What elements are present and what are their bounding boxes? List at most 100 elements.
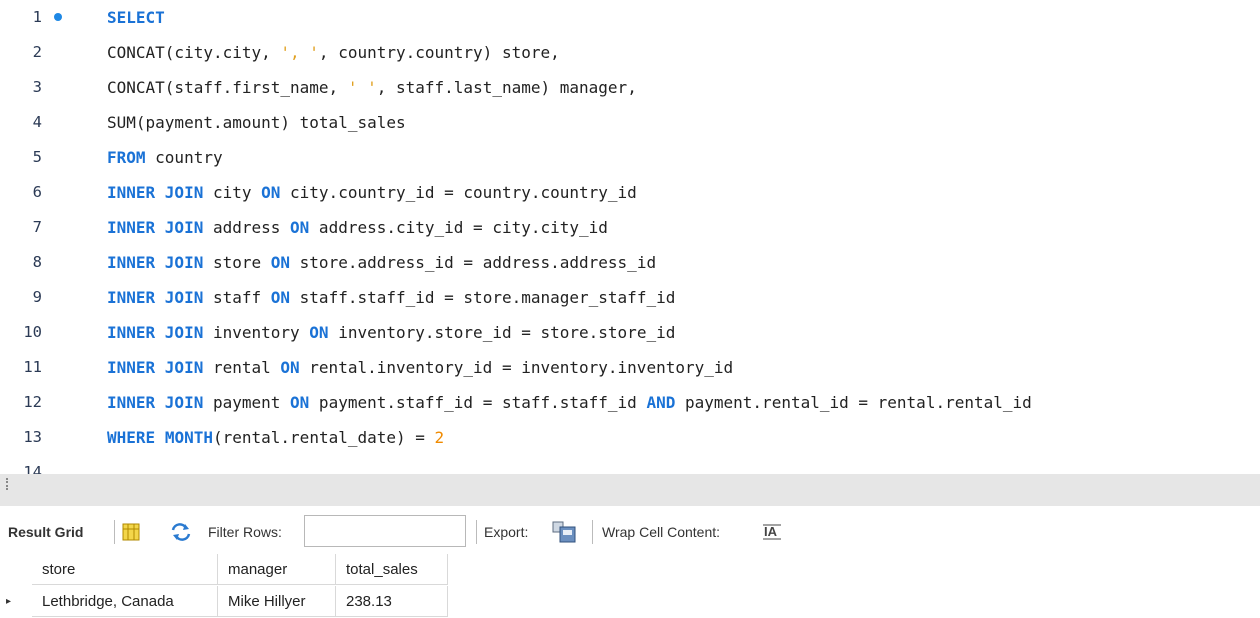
sql-keyword: MONTH [164,428,213,447]
sql-token: address.city_id = city.city_id [309,218,608,237]
code-text: INNER JOIN rental ON rental.inventory_id… [107,350,733,385]
sql-token: staff [203,288,271,307]
code-text: INNER JOIN payment ON payment.staff_id =… [107,385,1032,420]
code-line[interactable]: 10 INNER JOIN inventory ON inventory.stor… [0,315,1260,350]
column-header-total-sales[interactable]: total_sales [336,554,448,585]
line-number: 7 [32,218,42,236]
code-line[interactable]: 4 SUM(payment.amount) total_sales [0,105,1260,140]
sql-number: 2 [434,428,445,447]
line-number: 6 [32,183,42,201]
result-grid-tab[interactable]: Result Grid [8,512,83,552]
code-line[interactable]: 5 FROM country [0,140,1260,175]
line-number: 1 [32,8,42,26]
sql-token: CONCAT(staff.first_name, [107,78,348,97]
row-pointer-icon: ▸ [6,596,12,607]
sql-token: inventory.store_id = store.store_id [328,323,676,342]
grid-cell[interactable]: Lethbridge, Canada [32,586,218,617]
sql-keyword: ON [261,183,281,202]
sql-token: address [203,218,291,237]
code-line[interactable]: 11 INNER JOIN rental ON rental.inventory_… [0,350,1260,385]
export-label: Export: [484,524,529,540]
line-number: 10 [23,323,42,341]
toolbar-divider [476,520,477,544]
table-row[interactable]: ▸ Lethbridge, Canada Mike Hillyer 238.13 [0,586,460,618]
sql-keyword: ON [270,253,291,272]
code-line[interactable]: 14 [0,455,1260,474]
svg-text:IA: IA [764,524,778,539]
code-line[interactable]: 9 INNER JOIN staff ON staff.staff_id = st… [0,280,1260,315]
code-line[interactable]: 3 CONCAT(staff.first_name, ' ', staff.las… [0,70,1260,105]
sql-keyword: INNER JOIN [107,253,204,272]
sql-token: , staff.last_name) manager, [376,78,637,97]
grid-cell[interactable]: 238.13 [336,586,448,617]
grid-layout-icon[interactable] [122,523,140,544]
sql-token: payment.rental_id = rental.rental_id [675,393,1032,412]
sql-token: country [145,148,223,167]
sql-keyword: ON [290,393,310,412]
export-icon[interactable] [552,521,576,546]
sql-keyword: INNER JOIN [107,288,204,307]
column-header-store[interactable]: store [32,554,218,585]
sql-keyword: INNER JOIN [107,323,204,342]
panel-splitter[interactable] [0,474,1260,506]
sql-token: CONCAT(city.city, [107,43,281,62]
sql-token: , country.country) store, [318,43,560,62]
code-line[interactable]: 8 INNER JOIN store ON store.address_id = … [0,245,1260,280]
toolbar-divider [114,520,115,544]
sql-keyword: WHERE [107,428,156,447]
sql-token: rental.inventory_id = inventory.inventor… [299,358,734,377]
column-header-manager[interactable]: manager [218,554,336,585]
code-text: SELECT [107,0,165,35]
sql-keyword: AND [646,393,676,412]
sql-token: inventory [203,323,310,342]
line-number: 9 [32,288,42,306]
code-text: INNER JOIN store ON store.address_id = a… [107,245,656,280]
line-number: 8 [32,253,42,271]
sql-token: payment [203,393,291,412]
code-text: FROM country [107,140,223,175]
line-number: 11 [23,358,42,376]
code-text: CONCAT(staff.first_name, ' ', staff.last… [107,70,637,105]
sql-token: staff.staff_id = store.manager_staff_id [290,288,676,307]
code-text: SUM(payment.amount) total_sales [107,105,406,140]
sql-token: rental [203,358,281,377]
code-line[interactable]: 12 INNER JOIN payment ON payment.staff_id… [0,385,1260,420]
sql-string: ', ' [280,43,319,62]
wrap-text-icon[interactable]: IA [762,523,782,544]
splitter-grip-icon[interactable] [6,478,10,490]
code-line[interactable]: 13 WHERE MONTH(rental.rental_date) = 2 [0,420,1260,455]
line-number: 5 [32,148,42,166]
code-line[interactable]: 2 CONCAT(city.city, ', ', country.country… [0,35,1260,70]
sql-editor[interactable]: 1 SELECT 2 CONCAT(city.city, ', ', country.… [0,0,1260,474]
refresh-icon[interactable] [170,523,192,544]
sql-keyword: SELECT [107,8,165,27]
sql-token: payment.staff_id = staff.staff_id [309,393,647,412]
code-line[interactable]: 1 SELECT [0,0,1260,35]
sql-keyword: INNER JOIN [107,183,204,202]
sql-keyword: ON [280,358,300,377]
sql-token: (rental.rental_date) = [212,428,435,447]
line-number: 2 [32,43,42,61]
filter-rows-input[interactable] [304,515,466,547]
wrap-cell-content-label: Wrap Cell Content: [602,524,721,540]
sql-keyword: INNER JOIN [107,393,204,412]
sql-keyword: ON [290,218,310,237]
line-number: 12 [23,393,42,411]
sql-token: store.address_id = address.address_id [290,253,657,272]
code-text: INNER JOIN address ON address.city_id = … [107,210,608,245]
line-number: 14 [23,463,42,474]
code-line[interactable]: 7 INNER JOIN address ON address.city_id =… [0,210,1260,245]
code-text: INNER JOIN staff ON staff.staff_id = sto… [107,280,675,315]
statement-marker-icon [54,13,62,21]
sql-token: SUM(payment.amount) total_sales [107,113,406,132]
line-number: 3 [32,78,42,96]
grid-cell[interactable]: Mike Hillyer [218,586,336,617]
sql-keyword: ON [309,323,329,342]
code-text: INNER JOIN city ON city.country_id = cou… [107,175,637,210]
code-line[interactable]: 6 INNER JOIN city ON city.country_id = co… [0,175,1260,210]
sql-token: store [203,253,271,272]
sql-string: ' ' [347,78,377,97]
toolbar-divider [592,520,593,544]
sql-keyword: ON [270,288,291,307]
